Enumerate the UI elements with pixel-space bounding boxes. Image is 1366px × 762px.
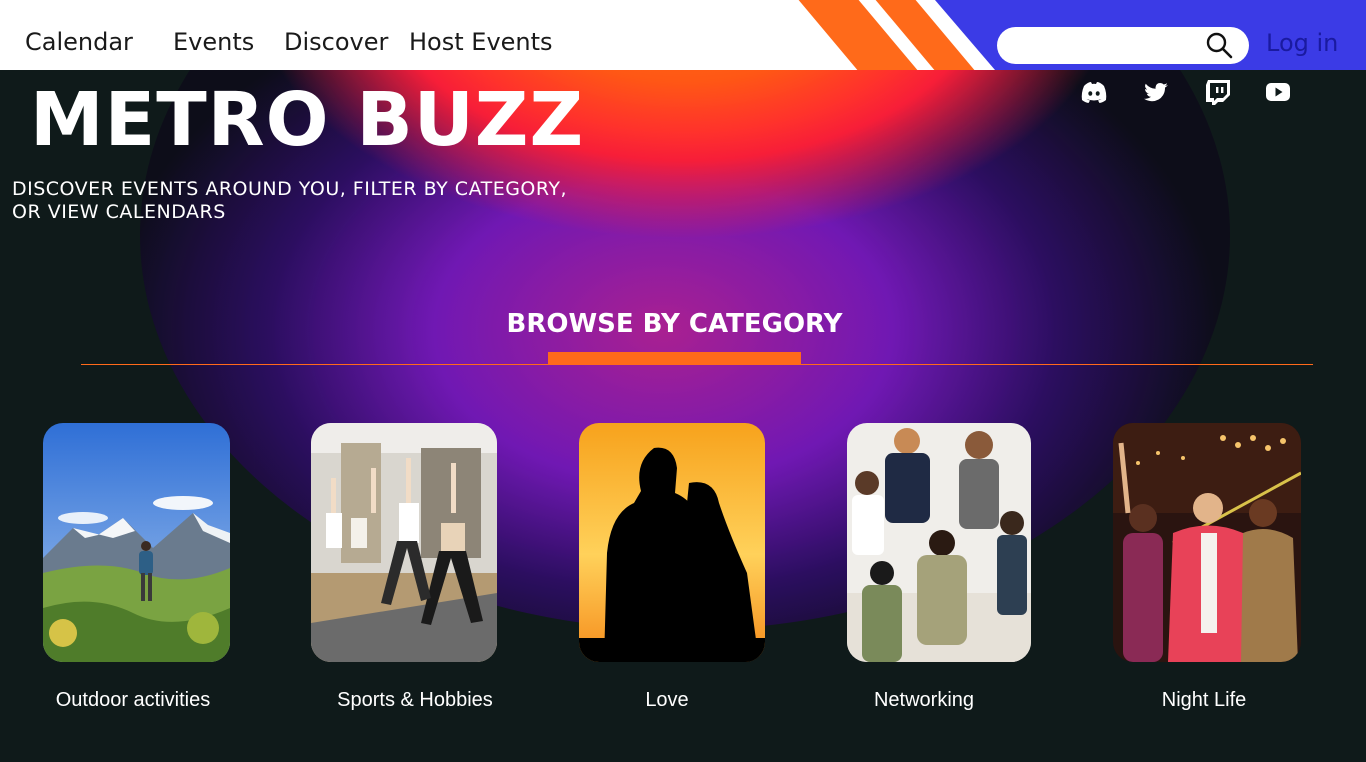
section-divider: [81, 364, 1313, 365]
twitter-icon[interactable]: [1142, 78, 1170, 106]
category-card-outdoor[interactable]: [43, 423, 230, 662]
nav-discover[interactable]: Discover: [284, 27, 388, 57]
tagline-line-1: DISCOVER EVENTS AROUND YOU, FILTER BY CA…: [12, 178, 568, 200]
discord-icon[interactable]: [1080, 78, 1108, 106]
category-card-love[interactable]: [579, 423, 765, 662]
nav-events[interactable]: Events: [173, 27, 254, 57]
tagline-line-2: OR VIEW CALENDARS: [12, 201, 226, 223]
top-nav-bar: Calendar Events Discover Host Events Log…: [0, 0, 1366, 70]
nav-host-events[interactable]: Host Events: [409, 27, 553, 57]
sports-image: [311, 423, 497, 662]
networking-image: [847, 423, 1031, 662]
category-card-networking[interactable]: [847, 423, 1031, 662]
search-icon[interactable]: [1205, 31, 1233, 59]
category-label-love[interactable]: Love: [579, 688, 755, 712]
section-title: BROWSE BY CATEGORY: [506, 309, 843, 339]
nightlife-image: [1113, 423, 1301, 662]
outdoor-image: [43, 423, 230, 662]
youtube-icon[interactable]: [1264, 78, 1292, 106]
site-tagline: DISCOVER EVENTS AROUND YOU, FILTER BY CA…: [12, 178, 632, 224]
love-image: [579, 423, 765, 662]
category-label-networking[interactable]: Networking: [847, 688, 1001, 712]
login-link[interactable]: Log in: [1266, 28, 1338, 58]
category-label-nightlife[interactable]: Night Life: [1113, 688, 1295, 712]
category-label-sports[interactable]: Sports & Hobbies: [311, 688, 519, 712]
nav-calendar[interactable]: Calendar: [25, 27, 133, 57]
twitch-icon[interactable]: [1204, 78, 1232, 106]
category-label-outdoor[interactable]: Outdoor activities: [43, 688, 223, 712]
site-title: METRO BUZZ: [30, 77, 585, 163]
category-card-sports[interactable]: [311, 423, 497, 662]
category-card-nightlife[interactable]: [1113, 423, 1301, 662]
section-divider-accent: [548, 352, 801, 364]
